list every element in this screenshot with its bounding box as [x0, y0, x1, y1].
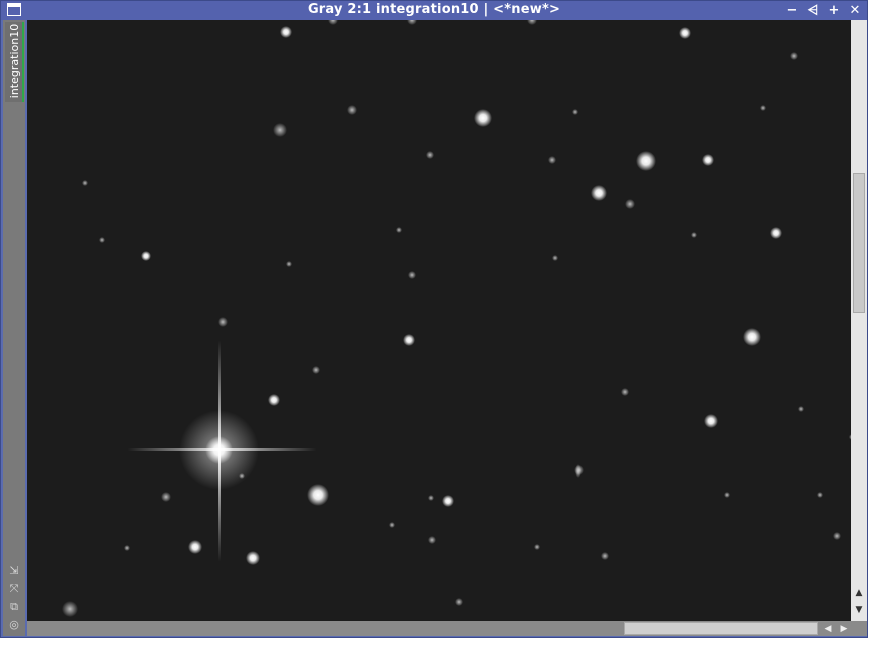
target-icon[interactable]: ◎: [7, 618, 21, 632]
close-button[interactable]: ✕: [846, 2, 864, 19]
clone-icon[interactable]: ⧉: [7, 600, 21, 614]
view-tab-label: integration10: [8, 23, 21, 99]
scroll-corner: [851, 621, 867, 636]
vertical-scroll-thumb[interactable]: [853, 173, 865, 313]
scroll-down-icon[interactable]: ▼: [852, 604, 866, 616]
scroll-right-icon[interactable]: ▶: [837, 623, 851, 635]
window-title: Gray 2:1 integration10 | <*new*>: [307, 2, 561, 17]
fit-view-icon[interactable]: ⇲: [7, 564, 21, 578]
zoom-to-fit-icon[interactable]: ⤧: [7, 582, 21, 596]
view-tab-integration10[interactable]: integration10: [5, 22, 24, 102]
scroll-up-icon[interactable]: ▲: [852, 587, 866, 599]
vertical-scrollbar[interactable]: ▲ ▼: [851, 20, 867, 621]
horizontal-scroll-thumb[interactable]: [624, 622, 818, 635]
image-canvas[interactable]: [27, 20, 851, 621]
horizontal-scrollbar[interactable]: ◀ ▶: [27, 621, 851, 636]
image-window: Gray 2:1 integration10 | <*new*> − ⩤ + ✕…: [0, 0, 868, 638]
maximize-button[interactable]: +: [825, 2, 843, 19]
view-sidebar: integration10 ⇲ ⤧ ⧉ ◎: [3, 20, 25, 636]
title-bar[interactable]: Gray 2:1 integration10 | <*new*> − ⩤ + ✕: [1, 1, 867, 20]
minimize-button[interactable]: −: [783, 2, 801, 19]
scroll-left-icon[interactable]: ◀: [821, 623, 835, 635]
shade-button[interactable]: ⩤: [804, 2, 822, 19]
